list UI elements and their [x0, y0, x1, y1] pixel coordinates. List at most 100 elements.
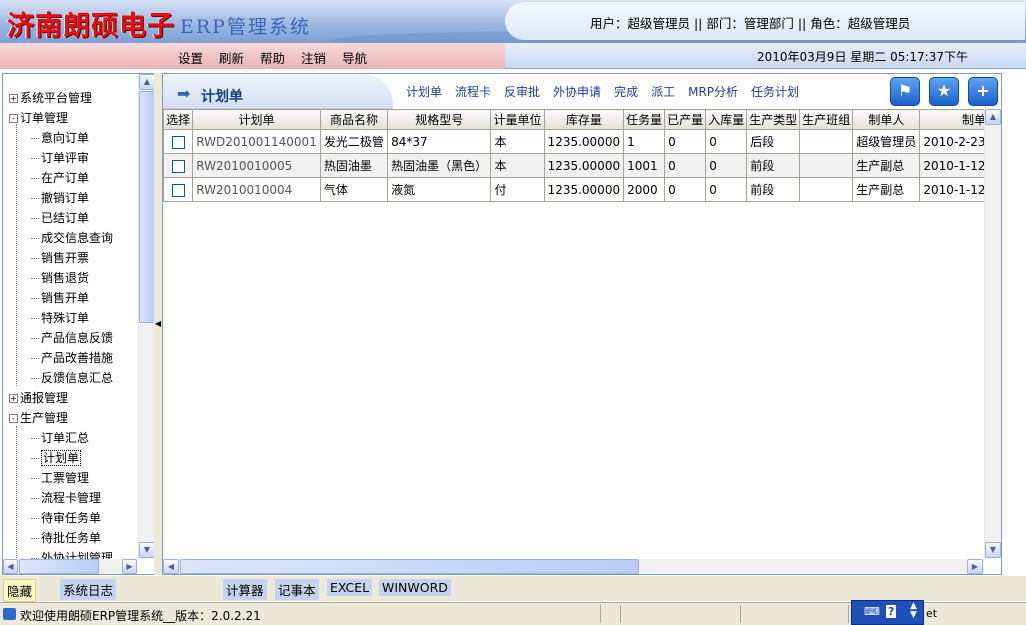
status-separator — [848, 605, 849, 623]
tree-node-notifications[interactable]: + 通报管理 — [9, 388, 68, 408]
col-plan-no[interactable]: 计划单 — [192, 109, 321, 130]
row-select-cell[interactable] — [163, 129, 194, 154]
tree-item-product-improvement[interactable]: 产品改善措施 — [30, 348, 113, 368]
company-logo: 济南朗硕电子 — [7, 11, 175, 42]
tree-item-special-orders[interactable]: 特殊订单 — [30, 308, 89, 328]
main-hscroll-thumb[interactable] — [180, 559, 639, 574]
scroll-down-icon[interactable]: ▼ — [985, 542, 1001, 558]
tree-item-process-card[interactable]: 流程卡管理 — [30, 488, 101, 508]
collapse-icon[interactable]: - — [9, 114, 18, 123]
sidebar-horizontal-scrollbar[interactable]: ◀ ▶ — [3, 559, 138, 574]
scroll-right-icon[interactable]: ▶ — [967, 559, 983, 574]
tree-item-closed-orders[interactable]: 已结订单 — [30, 208, 89, 228]
menu-refresh[interactable]: 刷新 — [219, 48, 244, 67]
toolbar-links: 计划单 流程卡 反审批 外协申请 完成 派工 MRP分析 任务计划 — [406, 83, 799, 100]
col-production-team[interactable]: 生产班组 — [799, 109, 854, 130]
cell-unit: 本 — [490, 153, 545, 178]
expand-icon[interactable]: + — [9, 394, 18, 403]
row-select-cell[interactable] — [163, 153, 194, 178]
col-spec[interactable]: 规格型号 — [387, 109, 492, 130]
col-production-type[interactable]: 生产类型 — [746, 109, 801, 130]
link-complete[interactable]: 完成 — [614, 83, 638, 100]
calculator-button[interactable]: 计算器 — [223, 579, 267, 600]
flag-button[interactable]: ⚑ — [890, 77, 920, 106]
tree-item-outsourcing-plan[interactable]: 外协计划管理 — [30, 548, 113, 559]
table-row[interactable]: RW2010010004 气体 液氮 付 1235.00000 2000 0 0… — [163, 177, 1001, 202]
system-log-button[interactable]: 系统日志 — [60, 579, 117, 600]
col-unit[interactable]: 计量单位 — [490, 109, 545, 130]
help-icon[interactable]: ? — [886, 605, 897, 618]
scroll-left-icon[interactable]: ◀ — [3, 559, 18, 574]
sidebar-scroll-thumb[interactable] — [139, 91, 155, 323]
notepad-button[interactable]: 记事本 — [275, 579, 319, 600]
scroll-right-icon[interactable]: ▶ — [122, 559, 137, 574]
row-checkbox[interactable] — [171, 159, 185, 173]
expand-icon[interactable]: + — [9, 94, 18, 103]
tree-item-ticket-management[interactable]: 工票管理 — [30, 468, 89, 488]
tree-item-product-feedback[interactable]: 产品信息反馈 — [30, 328, 113, 348]
collapse-sidebar-icon[interactable]: ◀ — [155, 319, 161, 328]
link-mrp-analysis[interactable]: MRP分析 — [688, 83, 738, 100]
row-checkbox[interactable] — [171, 183, 185, 197]
link-task-plan[interactable]: 任务计划 — [751, 83, 799, 100]
col-task-qty[interactable]: 任务量 — [623, 109, 666, 130]
col-stock[interactable]: 库存量 — [543, 109, 625, 130]
collapse-icon[interactable]: - — [9, 414, 18, 423]
scroll-left-icon[interactable]: ◀ — [163, 559, 179, 574]
link-dispatch[interactable]: 派工 — [651, 83, 675, 100]
tree-item-pending-review-tasks[interactable]: 待审任务单 — [30, 508, 101, 528]
link-plan-order[interactable]: 计划单 — [406, 83, 442, 100]
tree-node-system-platform[interactable]: + 系统平台管理 — [9, 88, 92, 108]
excel-button[interactable]: EXCEL — [327, 579, 373, 596]
tree-item-order-summary[interactable]: 订单汇总 — [30, 428, 89, 448]
keyboard-icon[interactable]: ⌨ — [864, 605, 880, 618]
tree-item-feedback-summary[interactable]: 反馈信息汇总 — [30, 368, 113, 388]
tree-item-order-review[interactable]: 订单评审 — [30, 148, 89, 168]
menu-logout[interactable]: 注销 — [301, 48, 326, 67]
table-row[interactable]: RWD201001140001 发光二极管 84*37 本 1235.00000… — [163, 129, 1001, 154]
panel-splitter[interactable]: ◀ — [154, 73, 162, 575]
col-produced-qty[interactable]: 已产量 — [664, 109, 707, 130]
cell-unit: 本 — [490, 129, 545, 154]
main-vertical-scrollbar[interactable]: ▲ ▼ — [984, 109, 1001, 559]
scroll-up-icon[interactable]: ▲ — [139, 74, 155, 90]
ime-scroll-icon[interactable]: ▲ ▼ — [910, 602, 917, 620]
link-process-card[interactable]: 流程卡 — [455, 83, 491, 100]
main-horizontal-scrollbar[interactable]: ◀ ▶ — [163, 559, 984, 574]
col-stored-qty[interactable]: 入库量 — [705, 109, 748, 130]
tree-item-pending-approval-tasks[interactable]: 待批任务单 — [30, 528, 101, 548]
sidebar-hscroll-thumb[interactable] — [19, 559, 99, 574]
menu-items: 设置 刷新 帮助 注销 导航 — [178, 48, 367, 67]
row-checkbox[interactable] — [171, 135, 185, 149]
scroll-down-icon[interactable]: ▼ — [139, 542, 155, 558]
hide-button[interactable]: 隐藏 — [3, 579, 37, 602]
tree-item-sales-invoice[interactable]: 销售开票 — [30, 248, 89, 268]
tree-item-cancelled-orders[interactable]: 撤销订单 — [30, 188, 89, 208]
row-select-cell[interactable] — [163, 177, 194, 202]
link-outsourcing-request[interactable]: 外协申请 — [553, 83, 601, 100]
scroll-up-icon[interactable]: ▲ — [985, 109, 1001, 125]
col-creator[interactable]: 制单人 — [852, 109, 921, 130]
tree-item-plan-order[interactable]: 计划单 — [30, 448, 82, 468]
title-tab — [163, 74, 393, 109]
tree-item-intent-orders[interactable]: 意向订单 — [30, 128, 89, 148]
tree-node-orders[interactable]: - 订单管理 — [9, 108, 68, 128]
tree-item-in-production-orders[interactable]: 在产订单 — [30, 168, 89, 188]
tree-node-production[interactable]: - 生产管理 — [9, 408, 68, 428]
menu-navigation[interactable]: 导航 — [342, 48, 367, 67]
tree-item-sales-return[interactable]: 销售退货 — [30, 268, 89, 288]
winword-button[interactable]: WINWORD — [379, 579, 451, 596]
tree-item-sales-order[interactable]: 销售开单 — [30, 288, 89, 308]
table-row[interactable]: RW2010010005 热固油墨 热固油墨（黑色） 本 1235.00000 … — [163, 153, 1001, 178]
menu-settings[interactable]: 设置 — [178, 48, 203, 67]
ime-toolbar[interactable]: ⌨ ? ▲ ▼ — [851, 600, 924, 625]
favorite-button[interactable]: ★ — [929, 77, 959, 106]
menu-help[interactable]: 帮助 — [260, 48, 285, 67]
link-unapprove[interactable]: 反审批 — [504, 83, 540, 100]
cell-spec: 液氮 — [387, 177, 492, 202]
sidebar-vertical-scrollbar[interactable]: ▲ ▼ — [138, 74, 155, 559]
col-select[interactable]: 选择 — [163, 109, 194, 130]
add-button[interactable]: + — [968, 77, 998, 106]
col-product-name[interactable]: 商品名称 — [319, 109, 389, 130]
tree-item-deal-query[interactable]: 成交信息查询 — [30, 228, 113, 248]
